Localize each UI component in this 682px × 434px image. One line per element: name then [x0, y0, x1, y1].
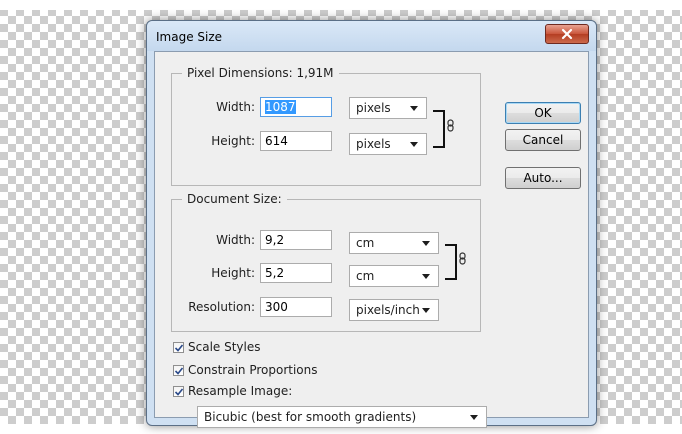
- chevron-down-icon: [410, 142, 418, 147]
- image-size-dialog: Image Size Pixel Dimensions: 1,91M Width…: [146, 20, 597, 428]
- resolution-input[interactable]: 300: [260, 297, 332, 317]
- doc-width-unit-select[interactable]: cm: [349, 232, 439, 254]
- pixel-height-input[interactable]: 614: [260, 131, 332, 151]
- resample-image-option[interactable]: Resample Image:: [173, 383, 292, 399]
- pixel-dimensions-legend: Pixel Dimensions: 1,91M: [187, 66, 334, 80]
- doc-height-value: 5,2: [265, 266, 285, 280]
- pixel-width-label: Width:: [216, 100, 255, 114]
- title-bar[interactable]: Image Size: [147, 21, 596, 51]
- doc-height-label: Height:: [211, 266, 255, 280]
- chevron-down-icon: [422, 308, 430, 313]
- pixel-height-unit: pixels: [356, 137, 391, 151]
- resolution-unit: pixels/inch: [356, 303, 420, 317]
- constrain-proportions-option[interactable]: Constrain Proportions: [173, 362, 318, 378]
- pixel-width-input[interactable]: 1087: [260, 97, 332, 117]
- chevron-down-icon: [410, 106, 418, 111]
- canvas-top-edge: [0, 0, 682, 10]
- chain-link-icon: [447, 119, 454, 132]
- dialog-title: Image Size: [156, 30, 223, 44]
- resample-method-select[interactable]: Bicubic (best for smooth gradients): [197, 406, 487, 428]
- pixel-height-value: 614: [265, 134, 288, 148]
- chevron-down-icon: [470, 415, 478, 420]
- doc-width-label: Width:: [216, 233, 255, 247]
- pixel-width-unit-select[interactable]: pixels: [349, 97, 427, 119]
- resample-method-value: Bicubic (best for smooth gradients): [204, 410, 417, 424]
- checkmark-icon: [174, 366, 184, 375]
- chevron-down-icon: [422, 274, 430, 279]
- doc-height-unit-select[interactable]: cm: [349, 265, 439, 287]
- doc-width-value: 9,2: [265, 233, 285, 247]
- resolution-unit-select[interactable]: pixels/inch: [349, 299, 439, 321]
- constrain-proportions-label: Constrain Proportions: [188, 363, 318, 377]
- chain-link-icon: [459, 252, 466, 265]
- constrain-proportions-checkbox[interactable]: [173, 364, 184, 376]
- doc-link-bracket: [445, 244, 457, 280]
- resolution-label: Resolution:: [188, 300, 255, 314]
- cancel-button[interactable]: Cancel: [505, 129, 581, 151]
- scale-styles-option[interactable]: Scale Styles: [173, 339, 261, 355]
- pixel-height-label: Height:: [211, 134, 255, 148]
- doc-width-unit: cm: [356, 236, 375, 250]
- chevron-down-icon: [422, 241, 430, 246]
- dialog-body: Pixel Dimensions: 1,91M Width: 1087 pixe…: [154, 51, 589, 428]
- document-size-legend: Document Size:: [187, 192, 282, 206]
- doc-height-input[interactable]: 5,2: [260, 263, 332, 283]
- pixel-height-unit-select[interactable]: pixels: [349, 133, 427, 155]
- resample-image-label: Resample Image:: [188, 384, 293, 398]
- scale-styles-label: Scale Styles: [188, 340, 261, 354]
- resample-image-checkbox[interactable]: [173, 385, 184, 397]
- ok-button[interactable]: OK: [505, 102, 581, 124]
- doc-width-input[interactable]: 9,2: [260, 230, 332, 250]
- close-x-icon: [561, 28, 573, 40]
- auto-button[interactable]: Auto...: [505, 167, 581, 189]
- checkmark-icon: [174, 343, 184, 352]
- scale-styles-checkbox[interactable]: [173, 341, 184, 353]
- checkmark-icon: [174, 387, 184, 396]
- resolution-value: 300: [265, 300, 288, 314]
- pixel-width-unit: pixels: [356, 101, 391, 115]
- close-button[interactable]: [545, 24, 589, 44]
- pixel-width-value: 1087: [265, 100, 296, 114]
- doc-height-unit: cm: [356, 269, 375, 283]
- pixel-link-bracket: [433, 110, 445, 148]
